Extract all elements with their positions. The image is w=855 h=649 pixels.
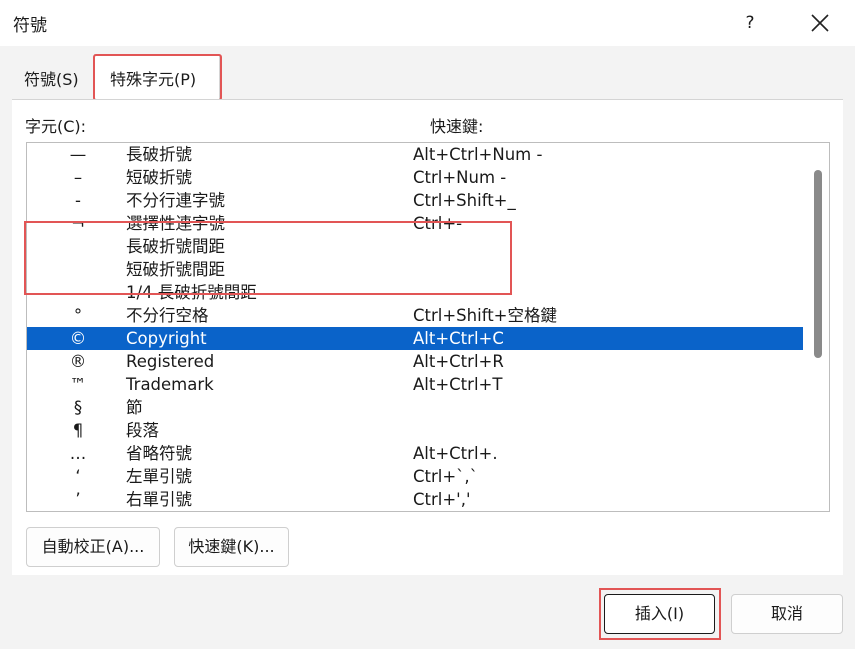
character-shortcut: Alt+Ctrl+C xyxy=(413,329,504,348)
character-shortcut: Ctrl+Shift+空格鍵 xyxy=(413,306,558,325)
character-name: 不分行連字號 xyxy=(126,191,225,210)
list-item[interactable]: … 省略符號 Alt+Ctrl+. xyxy=(27,442,803,465)
character-name: 段落 xyxy=(126,421,159,440)
character-name: 短破折號間距 xyxy=(126,260,225,279)
character-name: 短破折號 xyxy=(126,168,192,187)
character-shortcut: Alt+Ctrl+. xyxy=(413,444,498,463)
character-symbol: … xyxy=(69,444,87,463)
character-symbol: ¶ xyxy=(72,421,84,440)
list-item[interactable]: ‘ 左單引號 Ctrl+`,` xyxy=(27,465,803,488)
tab-special-characters[interactable]: 特殊字元(P) xyxy=(94,54,220,100)
special-characters-panel: 字元(C): 快速鍵: — 長破折號 Alt+Ctrl+Num - – 短破折號 Ctrl… xyxy=(12,99,843,575)
character-name: 不分行空格 xyxy=(126,306,209,325)
character-shortcut: Ctrl+`,` xyxy=(413,467,478,486)
tab-symbols[interactable]: 符號(S) xyxy=(12,60,94,96)
list-item[interactable]: ° 不分行空格 Ctrl+Shift+空格鍵 xyxy=(27,304,803,327)
character-name: Trademark xyxy=(126,375,214,394)
character-symbol: ™ xyxy=(69,375,87,394)
character-column-label: 字元(C): xyxy=(25,117,87,136)
character-symbol: – xyxy=(73,168,83,187)
character-symbol: © xyxy=(69,329,87,348)
character-name: Copyright xyxy=(126,329,207,348)
character-symbol: ® xyxy=(69,352,87,371)
character-shortcut: Ctrl+- xyxy=(413,214,463,233)
list-item[interactable]: 1/4 長破折號間距 xyxy=(27,281,803,304)
list-item[interactable]: ’ 右單引號 Ctrl+',' xyxy=(27,488,803,511)
list-item[interactable]: — 長破折號 Alt+Ctrl+Num - xyxy=(27,143,803,166)
dialog-title: 符號 xyxy=(13,16,47,36)
character-name: Registered xyxy=(126,352,215,371)
character-name: 1/4 長破折號間距 xyxy=(126,283,257,302)
character-name: 右單引號 xyxy=(126,490,192,509)
character-symbol: — xyxy=(69,145,87,164)
character-symbol: ‘ xyxy=(75,467,81,486)
shortcut-key-button[interactable]: 快速鍵(K)... xyxy=(174,527,289,567)
character-symbol: ° xyxy=(73,306,83,325)
character-symbol: ¬ xyxy=(71,214,85,233)
list-item[interactable]: - 不分行連字號 Ctrl+Shift+_ xyxy=(27,189,803,212)
help-button[interactable]: ? xyxy=(735,8,765,38)
character-shortcut: Alt+Ctrl+R xyxy=(413,352,504,371)
title-bar: 符號 ? xyxy=(0,0,855,46)
list-item[interactable]: © Copyright Alt+Ctrl+C xyxy=(27,327,803,350)
character-shortcut: Ctrl+Num - xyxy=(413,168,507,187)
character-shortcut: Ctrl+Shift+_ xyxy=(413,191,516,210)
character-list[interactable]: — 長破折號 Alt+Ctrl+Num - – 短破折號 Ctrl+Num - - 不分行連字… xyxy=(26,142,830,512)
close-button[interactable] xyxy=(803,6,837,40)
autocorrect-button[interactable]: 自動校正(A)... xyxy=(26,527,160,567)
list-item[interactable]: – 短破折號 Ctrl+Num - xyxy=(27,166,803,189)
list-item[interactable]: ¬ 選擇性連字號 Ctrl+- xyxy=(27,212,803,235)
scrollbar-thumb[interactable] xyxy=(814,170,822,358)
list-item[interactable]: 短破折號間距 xyxy=(27,258,803,281)
list-item[interactable]: ® Registered Alt+Ctrl+R xyxy=(27,350,803,373)
character-symbol: ’ xyxy=(75,490,81,509)
list-item[interactable]: ™ Trademark Alt+Ctrl+T xyxy=(27,373,803,396)
scrollbar[interactable] xyxy=(810,145,826,509)
insert-button[interactable]: 插入(I) xyxy=(604,594,715,634)
character-symbol: - xyxy=(75,191,81,210)
shortcut-column-label: 快速鍵: xyxy=(430,117,484,136)
character-name: 左單引號 xyxy=(126,467,192,486)
cancel-button[interactable]: 取消 xyxy=(731,594,843,634)
character-rows: — 長破折號 Alt+Ctrl+Num - – 短破折號 Ctrl+Num - - 不分行連字… xyxy=(27,143,803,511)
character-name: 長破折號間距 xyxy=(126,237,225,256)
character-shortcut: Ctrl+',' xyxy=(413,490,471,509)
character-symbol: § xyxy=(73,398,83,417)
character-name: 節 xyxy=(126,398,143,417)
list-item[interactable]: 長破折號間距 xyxy=(27,235,803,258)
character-shortcut: Alt+Ctrl+T xyxy=(413,375,503,394)
close-icon xyxy=(811,14,829,32)
character-name: 長破折號 xyxy=(126,145,192,164)
list-item[interactable]: ¶ 段落 xyxy=(27,419,803,442)
character-name: 選擇性連字號 xyxy=(126,214,225,233)
character-name: 省略符號 xyxy=(126,444,192,463)
list-item[interactable]: § 節 xyxy=(27,396,803,419)
character-shortcut: Alt+Ctrl+Num - xyxy=(413,145,543,164)
